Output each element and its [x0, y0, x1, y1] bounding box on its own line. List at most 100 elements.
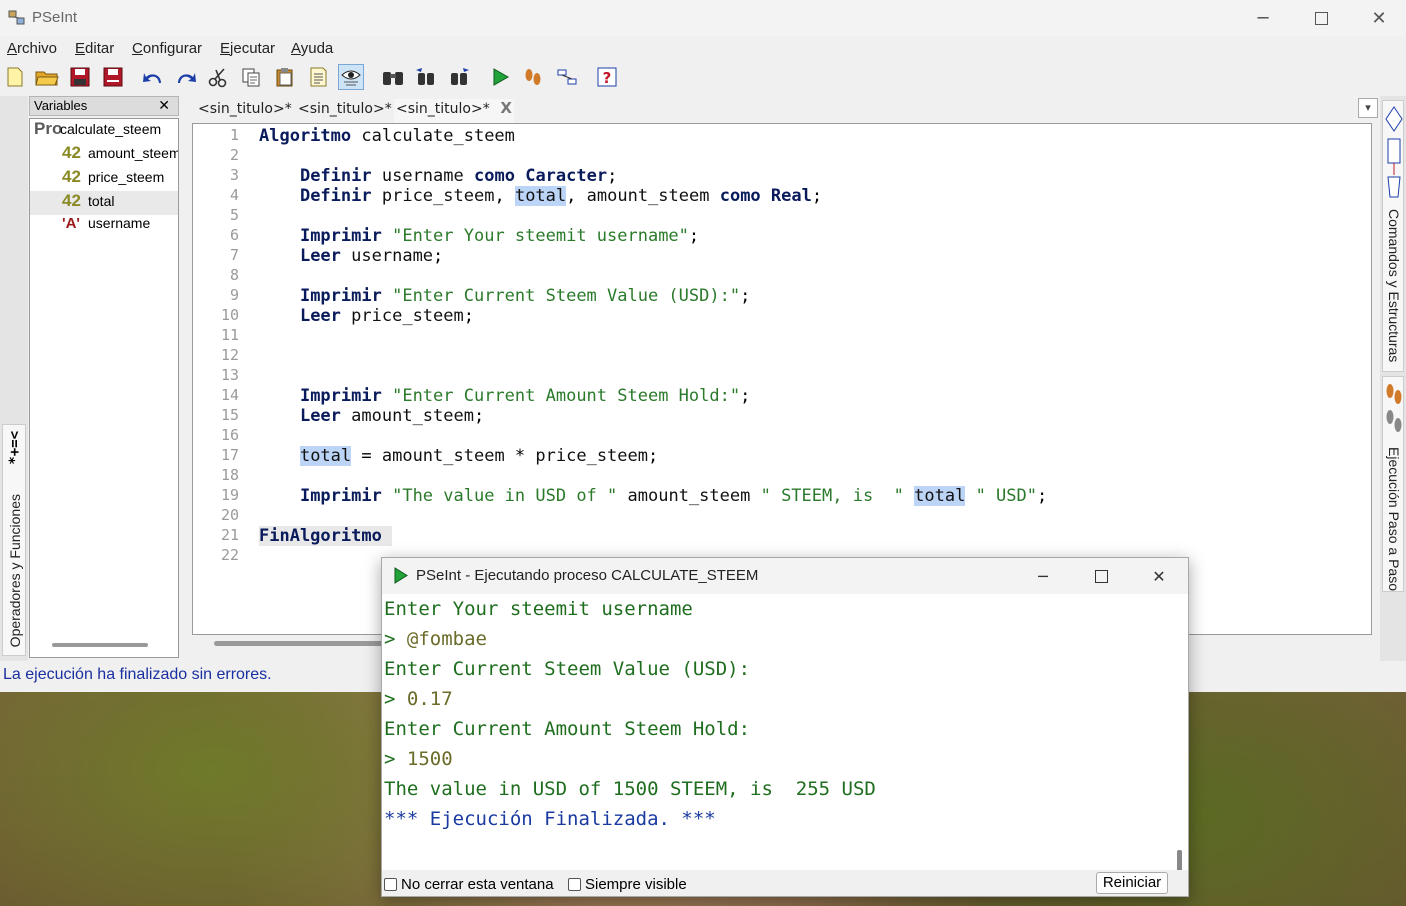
step-by-step-label: Ejecución Paso a Paso: [1386, 447, 1402, 591]
copy-button[interactable]: [238, 64, 264, 90]
execution-window: PSeInt - Ejecutando proceso CALCULATE_ST…: [381, 557, 1189, 897]
tabs-dropdown-button[interactable]: ▾: [1358, 98, 1378, 118]
keep-open-checkbox[interactable]: No cerrar esta ventana: [384, 876, 554, 893]
variable-item-selected[interactable]: 42 total: [30, 191, 178, 215]
play-icon: [493, 68, 510, 86]
console-line: The value in USD of 1500 STEEM, is 255 U…: [384, 778, 876, 800]
copy-icon: [242, 68, 260, 87]
view-button[interactable]: [338, 64, 364, 90]
save-icon: [70, 67, 90, 87]
maximize-icon: [1094, 569, 1108, 583]
find-button[interactable]: [380, 64, 406, 90]
execution-maximize-button[interactable]: [1072, 558, 1130, 594]
new-file-button[interactable]: [2, 64, 28, 90]
find-next-button[interactable]: [446, 64, 472, 90]
redo-icon: [178, 73, 196, 83]
restart-button[interactable]: Reiniciar: [1096, 872, 1168, 894]
execution-window-title: PSeInt - Ejecutando proceso CALCULATE_ST…: [416, 567, 759, 584]
flowchart-icon: [557, 69, 577, 85]
checkbox-box[interactable]: [568, 878, 581, 891]
variables-panel-title: Variables: [34, 98, 88, 113]
step-by-step-tab[interactable]: Ejecución Paso a Paso: [1382, 376, 1404, 592]
console-line: Enter Current Steem Value (USD):: [384, 658, 751, 680]
execution-window-footer: No cerrar esta ventana Siempre visible R…: [382, 870, 1188, 896]
variable-item[interactable]: 42 price_steem: [62, 167, 178, 191]
variables-panel: Variables ✕ Procalculate_steem 42 amount_…: [29, 96, 179, 661]
numeric-variable-icon: 42: [62, 167, 81, 186]
minimize-button[interactable]: ─: [1234, 0, 1292, 36]
menu-ejecutar[interactable]: Ejecutar: [220, 40, 275, 57]
chevron-down-icon: ▾: [1365, 101, 1371, 114]
left-dock-strip: *+=< Operadores y Funciones: [0, 96, 28, 661]
execution-close-button[interactable]: ✕: [1130, 558, 1188, 594]
variables-close-icon[interactable]: ✕: [158, 97, 170, 114]
binoculars-next-icon: [451, 68, 469, 85]
variables-panel-header: Variables ✕: [29, 96, 179, 116]
checkbox-box[interactable]: [384, 878, 397, 891]
status-message: La ejecución ha finalizado sin errores.: [3, 666, 272, 683]
maximize-icon: [1314, 11, 1328, 25]
menu-configurar[interactable]: Configurar: [132, 40, 202, 57]
find-previous-button[interactable]: [413, 64, 439, 90]
always-visible-checkbox[interactable]: Siempre visible: [568, 876, 687, 893]
step-by-step-button[interactable]: [520, 64, 546, 90]
highlighted-total: total: [914, 486, 966, 506]
tab-sin-titulo-3[interactable]: <sin_titulo>* X: [394, 99, 514, 123]
maximize-button[interactable]: [1292, 0, 1350, 36]
help-button[interactable]: ?: [594, 64, 620, 90]
tab-sin-titulo-1[interactable]: <sin_titulo>*: [196, 99, 294, 123]
operators-functions-label: Operadores y Funciones: [7, 493, 23, 647]
commands-structures-tab[interactable]: Comandos y Estructuras: [1382, 100, 1404, 372]
paste-button[interactable]: [272, 64, 298, 90]
variable-item[interactable]: 'A' username: [62, 215, 178, 239]
flowchart-button[interactable]: [553, 64, 579, 90]
right-dock-strip: Comandos y Estructuras Ejecución Paso a …: [1380, 96, 1406, 661]
folder-open-icon: [35, 71, 59, 86]
minimize-icon: ─: [1257, 7, 1269, 29]
paste-icon: [276, 68, 293, 87]
open-file-button[interactable]: [34, 64, 60, 90]
highlighted-total: total: [299, 446, 352, 466]
binoculars-icon: [383, 72, 403, 85]
variable-item[interactable]: Procalculate_steem: [34, 119, 178, 143]
pseint-app-icon: [8, 10, 25, 25]
tab-close-icon[interactable]: X: [500, 99, 512, 117]
variable-item[interactable]: 42 amount_steem: [62, 143, 178, 167]
save-as-button[interactable]: [100, 64, 126, 90]
binoculars-previous-icon: [416, 68, 434, 85]
execution-minimize-button[interactable]: ─: [1014, 558, 1072, 594]
undo-button[interactable]: [140, 64, 166, 90]
console-line: Enter Current Amount Steem Hold:: [384, 718, 751, 740]
console-line: *** Ejecución Finalizada. ***: [384, 808, 716, 830]
indent-button[interactable]: [305, 64, 331, 90]
console-line: > 0.17: [384, 688, 453, 710]
save-button[interactable]: [67, 64, 93, 90]
close-icon: ✕: [1371, 7, 1387, 29]
menu-ayuda[interactable]: Ayuda: [291, 40, 333, 57]
title-bar: PSeInt ─ ✕: [0, 0, 1406, 36]
footprints-icon: [525, 69, 541, 85]
numeric-variable-icon: 42: [62, 191, 81, 210]
character-variable-icon: 'A': [62, 215, 80, 232]
document-lines-icon: [310, 67, 327, 87]
close-button[interactable]: ✕: [1350, 0, 1406, 36]
scissors-icon: [208, 68, 227, 88]
footprints-icon: [1386, 384, 1402, 432]
menu-bar: Archivo Editar Configurar Ejecutar Ayuda: [0, 38, 1406, 60]
operators-functions-tab[interactable]: *+=< Operadores y Funciones: [2, 424, 26, 656]
execution-window-title-bar: PSeInt - Ejecutando proceso CALCULATE_ST…: [382, 558, 1188, 594]
minimize-icon: ─: [1038, 566, 1048, 586]
new-file-icon: [7, 67, 23, 87]
tab-sin-titulo-2[interactable]: <sin_titulo>*: [296, 99, 392, 123]
redo-button[interactable]: [173, 64, 199, 90]
menu-archivo[interactable]: Archivo: [7, 40, 57, 57]
run-button[interactable]: [487, 64, 513, 90]
highlighted-total: total: [514, 186, 567, 206]
execution-console[interactable]: Enter Your steemit username > @fombae En…: [382, 594, 1170, 870]
menu-editar[interactable]: Editar: [75, 40, 114, 57]
process-icon: Pro: [34, 119, 63, 138]
variables-horizontal-scrollbar[interactable]: [52, 643, 148, 647]
cut-button[interactable]: [205, 64, 231, 90]
operators-symbols: *+=<: [7, 431, 23, 465]
numeric-variable-icon: 42: [62, 143, 81, 162]
